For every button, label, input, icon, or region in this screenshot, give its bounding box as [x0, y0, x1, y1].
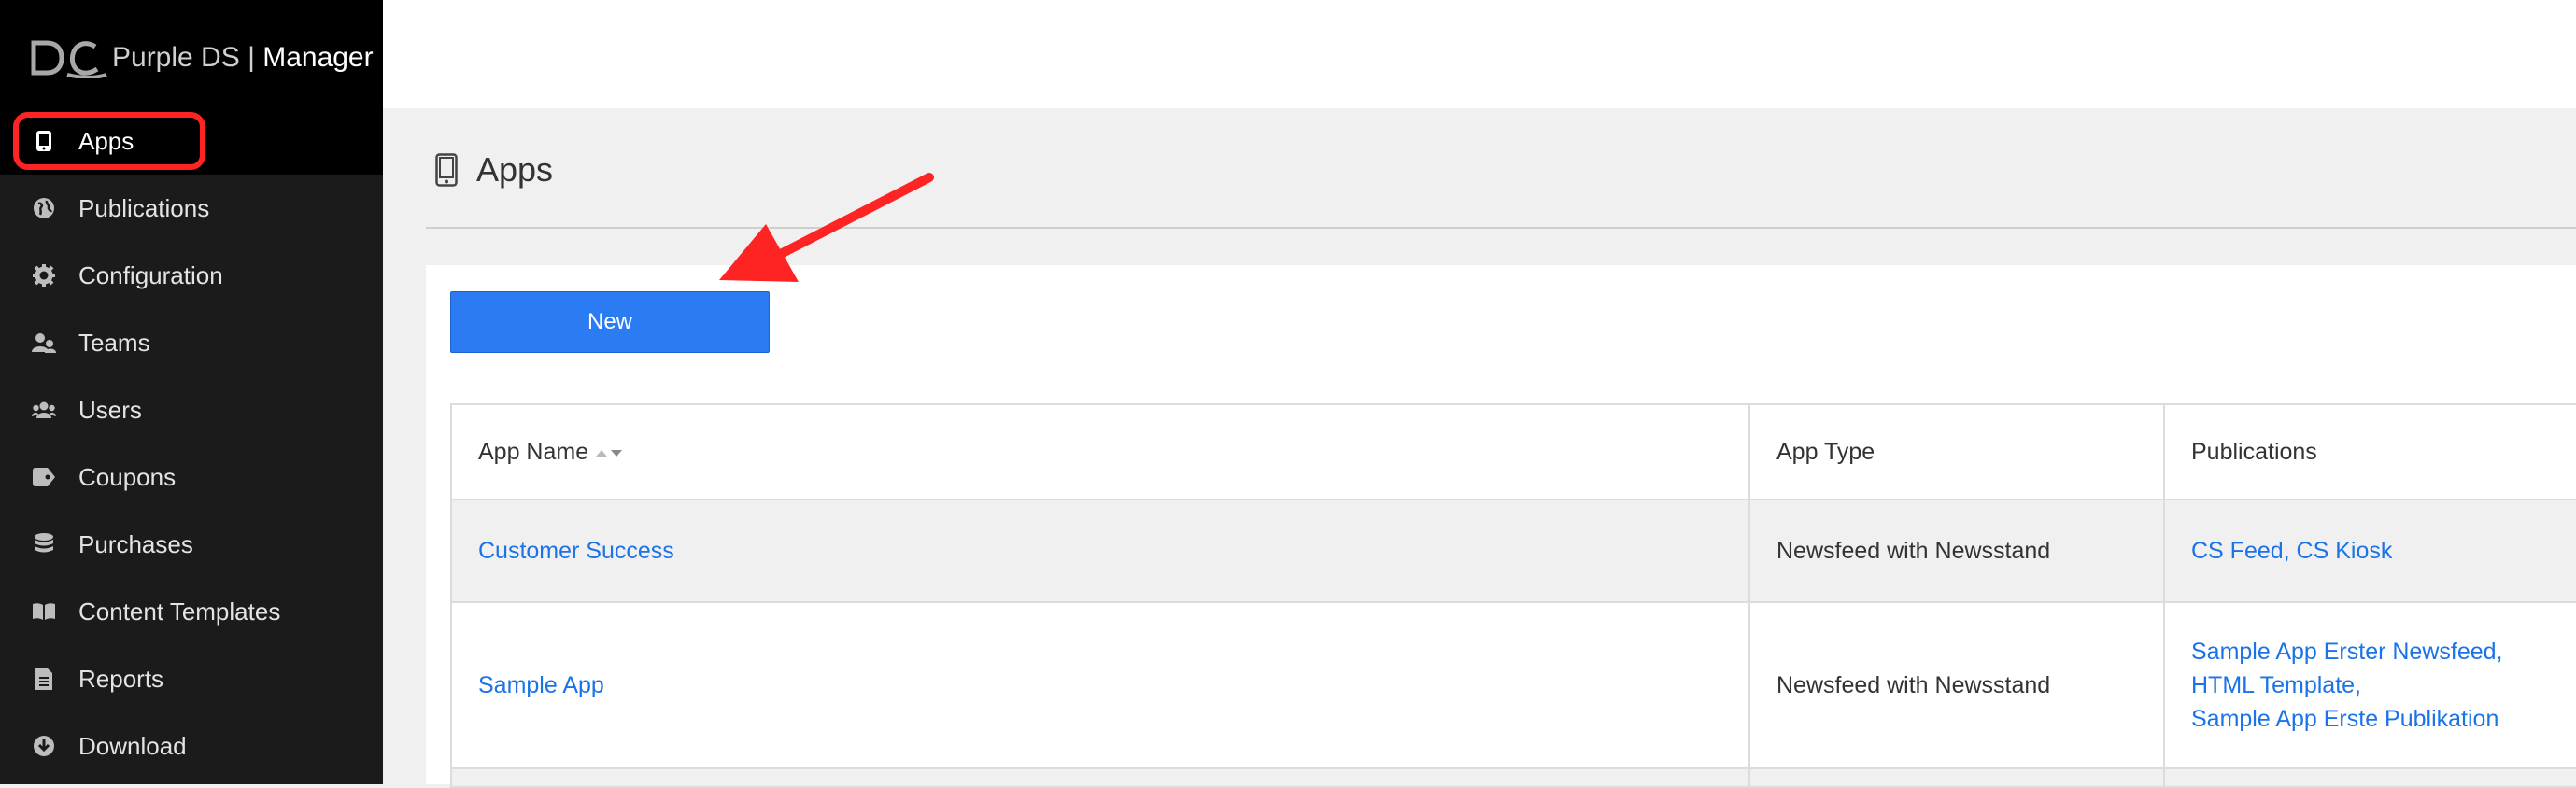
sidebar-item-reports[interactable]: Reports	[0, 645, 383, 712]
gear-icon	[32, 263, 56, 288]
team-icon	[32, 331, 56, 355]
app-type-cell: Newsfeed with Newsstand	[1748, 499, 2165, 603]
table-cell	[450, 767, 1750, 788]
table-row[interactable]: Customer Success Newsfeed with Newsstand…	[450, 499, 2576, 603]
top-bar	[383, 0, 2576, 108]
app-type-cell: Newsfeed with Newsstand	[1748, 601, 2165, 769]
sidebar-item-label: Coupons	[78, 463, 177, 491]
publication-link[interactable]: Sample App Erste Publikation	[2191, 706, 2498, 732]
sort-icon[interactable]	[596, 446, 624, 459]
sidebar-item-users[interactable]: Users	[0, 376, 383, 443]
brand-separator: |	[239, 42, 263, 73]
table-row[interactable]: Sample App Newsfeed with Newsstand Sampl…	[450, 601, 2576, 769]
sidebar-item-configuration[interactable]: Configuration	[0, 242, 383, 309]
sidebar-item-label: Publications	[78, 194, 210, 222]
table-row	[450, 767, 2576, 788]
tablet-icon	[435, 153, 458, 187]
sidebar-item-purchases[interactable]: Purchases	[0, 511, 383, 578]
table-header-row: App Name App Type Publications	[450, 403, 2576, 500]
sidebar-item-label: Purchases	[78, 530, 193, 558]
brand-suffix: Manager	[262, 42, 374, 73]
sidebar: Purple DS | Manager Apps Publications Co…	[0, 0, 383, 784]
column-header-app-type[interactable]: App Type	[1748, 403, 2165, 500]
app-name-cell: Sample App	[450, 601, 1750, 769]
tag-icon	[32, 465, 56, 489]
table-cell	[1748, 767, 2165, 788]
brand-name: Purple DS	[112, 42, 240, 73]
publication-link[interactable]: Sample App Erster Newsfeed,	[2191, 639, 2503, 665]
app-name-link[interactable]: Customer Success	[478, 538, 674, 564]
globe-icon	[32, 196, 56, 220]
sidebar-item-label: Users	[78, 396, 142, 424]
sidebar-item-label: Apps	[78, 127, 134, 155]
column-header-publications[interactable]: Publications	[2163, 403, 2576, 500]
column-header-label: App Name	[478, 438, 589, 465]
sidebar-item-teams[interactable]: Teams	[0, 309, 383, 376]
publication-link[interactable]: HTML Template,	[2191, 672, 2361, 698]
sidebar-item-label: Reports	[78, 665, 164, 693]
apps-table: App Name App Type Publications Customer …	[450, 403, 2576, 788]
app-name-cell: Customer Success	[450, 499, 1750, 603]
logo-bar: Purple DS | Manager	[0, 0, 383, 112]
publications-cell: Sample App Erster Newsfeed, HTML Templat…	[2163, 601, 2576, 769]
publication-link[interactable]: CS Feed, CS Kiosk	[2191, 538, 2392, 564]
database-icon	[32, 532, 56, 556]
app-brand: Purple DS | Manager	[112, 37, 374, 78]
new-app-button[interactable]: New	[450, 291, 770, 353]
column-header-app-name[interactable]: App Name	[450, 403, 1750, 500]
sidebar-item-label: Download	[78, 732, 187, 760]
book-icon	[32, 599, 56, 624]
sidebar-item-apps[interactable]: Apps	[0, 107, 383, 175]
annotation-arrow-icon	[719, 173, 934, 282]
sidebar-item-label: Content Templates	[78, 598, 281, 626]
sidebar-item-download[interactable]: Download	[0, 712, 383, 780]
tablet-icon	[32, 129, 56, 153]
sidebar-item-coupons[interactable]: Coupons	[0, 443, 383, 511]
document-icon	[32, 667, 56, 691]
app-name-link[interactable]: Sample App	[478, 672, 604, 698]
publications-cell: CS Feed, CS Kiosk	[2163, 499, 2576, 603]
sidebar-item-label: Configuration	[78, 261, 223, 289]
users-icon	[32, 398, 56, 422]
sidebar-item-publications[interactable]: Publications	[0, 175, 383, 242]
page-title: Apps	[476, 150, 554, 189]
download-icon	[32, 734, 56, 758]
table-cell	[2163, 767, 2576, 788]
sidebar-item-label: Teams	[78, 329, 150, 357]
dc-logo-icon	[31, 40, 107, 78]
sidebar-item-content-templates[interactable]: Content Templates	[0, 578, 383, 645]
